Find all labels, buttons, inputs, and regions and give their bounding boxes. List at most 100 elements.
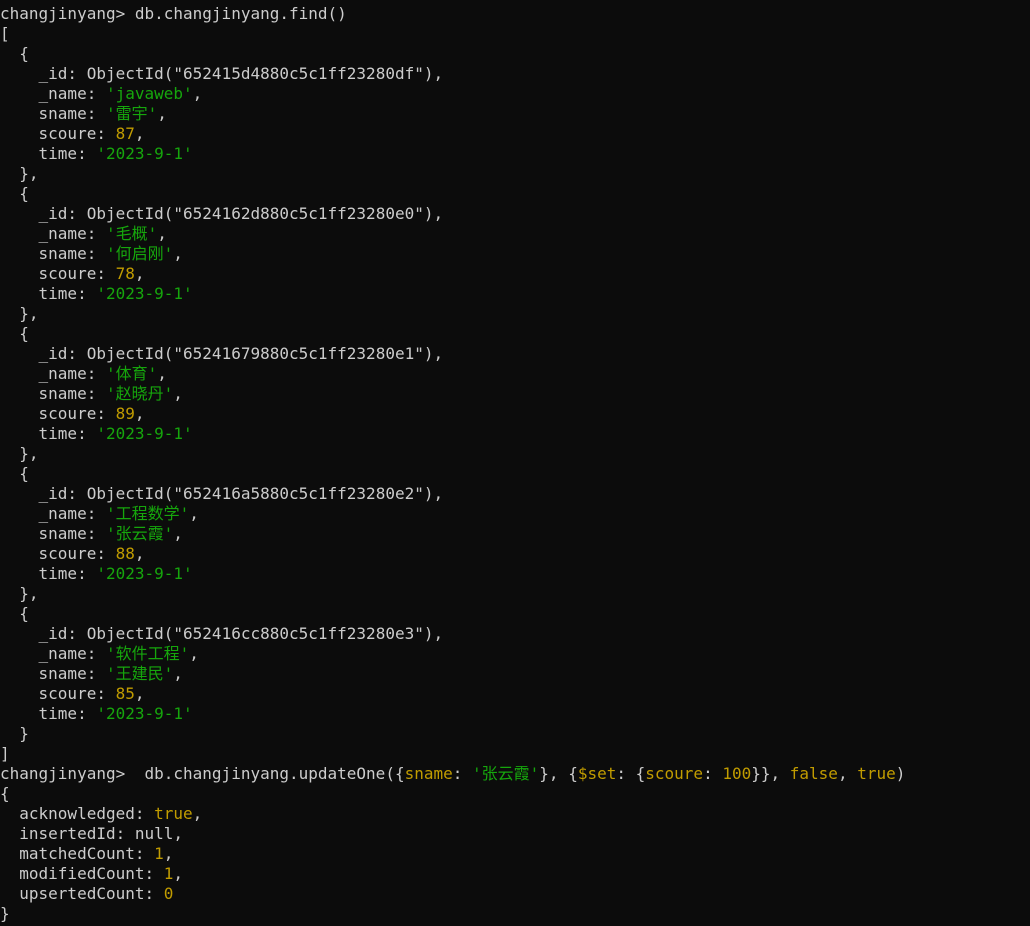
token-key: scoure: xyxy=(0,684,116,703)
output-line: [ xyxy=(0,24,1030,44)
token-punct: , xyxy=(173,384,183,403)
output-line: time: '2023-9-1' xyxy=(0,704,1030,724)
token-punct: , xyxy=(433,204,444,223)
token-num: 100 xyxy=(722,764,752,783)
token-key: upsertedCount: xyxy=(0,884,164,903)
token-punct: } xyxy=(0,724,29,743)
token-key: sname: xyxy=(0,524,106,543)
output-line: time: '2023-9-1' xyxy=(0,564,1030,584)
token-str: '体育' xyxy=(105,364,158,383)
token-key: time: xyxy=(0,564,97,583)
token-key: _name: xyxy=(0,644,106,663)
output-line: modifiedCount: 1, xyxy=(0,864,1030,884)
output-line: { xyxy=(0,44,1030,64)
token-plain: db.changjinyang.find() xyxy=(134,4,347,23)
token-key: time: xyxy=(0,424,97,443)
output-line: scoure: 89, xyxy=(0,404,1030,424)
token-punct: , xyxy=(173,244,183,263)
token-punct: { xyxy=(0,324,29,343)
output-line: time: '2023-9-1' xyxy=(0,284,1030,304)
token-punct: { xyxy=(0,604,29,623)
output-line: acknowledged: true, xyxy=(0,804,1030,824)
token-key: _id: xyxy=(0,204,87,223)
output-line: _name: '体育', xyxy=(0,364,1030,384)
terminal-window[interactable]: changjinyang> db.changjinyang.find()[ { … xyxy=(0,0,1030,926)
output-line: scoure: 85, xyxy=(0,684,1030,704)
token-punct: , xyxy=(134,264,145,283)
token-str: '2023-9-1' xyxy=(96,284,193,303)
token-key: sname: xyxy=(0,384,106,403)
token-plain: }, { xyxy=(539,764,578,783)
token-punct: , xyxy=(433,64,444,83)
output-line: sname: '何启刚', xyxy=(0,244,1030,264)
output-line: sname: '王建民', xyxy=(0,664,1030,684)
output-line: { xyxy=(0,604,1030,624)
token-key: sname: xyxy=(0,244,106,263)
token-key: scoure: xyxy=(0,544,116,563)
token-punct: } xyxy=(0,904,10,923)
token-punct: , xyxy=(192,804,203,823)
token-punct: { xyxy=(0,184,29,203)
token-num: 78 xyxy=(115,264,135,283)
output-line: scoure: 78, xyxy=(0,264,1030,284)
token-null: null xyxy=(134,824,174,843)
token-punct: , xyxy=(189,504,199,523)
token-str: '雷宇' xyxy=(105,104,158,123)
token-punct: , xyxy=(134,544,145,563)
token-punct: , xyxy=(134,124,145,143)
prompt-line: changjinyang> db.changjinyang.find() xyxy=(0,4,1030,24)
output-line: upsertedCount: 0 xyxy=(0,884,1030,904)
token-str: '王建民' xyxy=(105,664,174,683)
output-line: } xyxy=(0,724,1030,744)
token-punct: , xyxy=(189,644,199,663)
token-key: _name: xyxy=(0,224,106,243)
token-key: time: xyxy=(0,284,97,303)
output-line: _id: ObjectId("652415d4880c5c1ff23280df"… xyxy=(0,64,1030,84)
output-line: _name: '软件工程', xyxy=(0,644,1030,664)
token-punct: , xyxy=(157,364,167,383)
output-line: }, xyxy=(0,584,1030,604)
token-prompt: changjinyang> xyxy=(0,4,135,23)
output-line: }, xyxy=(0,444,1030,464)
output-line: { xyxy=(0,324,1030,344)
token-num: 88 xyxy=(115,544,135,563)
token-str: '2023-9-1' xyxy=(96,424,193,443)
token-str: '赵晓丹' xyxy=(105,384,174,403)
output-line: time: '2023-9-1' xyxy=(0,144,1030,164)
token-str: '软件工程' xyxy=(105,644,190,663)
token-str: '何启刚' xyxy=(105,244,174,263)
output-line: { xyxy=(0,184,1030,204)
output-line: { xyxy=(0,784,1030,804)
token-punct: [ xyxy=(0,24,10,43)
output-line: _name: '工程数学', xyxy=(0,504,1030,524)
token-func: ObjectId("652416cc880c5c1ff23280e3") xyxy=(86,624,434,643)
token-str: '2023-9-1' xyxy=(96,144,193,163)
output-line: _id: ObjectId("652416a5880c5c1ff23280e2"… xyxy=(0,484,1030,504)
token-punct: , xyxy=(433,344,444,363)
token-punct: , xyxy=(173,824,184,843)
token-punct: , xyxy=(134,404,145,423)
token-punct: , xyxy=(157,224,167,243)
output-line: _id: ObjectId("65241679880c5c1ff23280e1"… xyxy=(0,344,1030,364)
token-bool: true xyxy=(154,804,193,823)
token-punct: { xyxy=(0,464,29,483)
output-line: sname: '雷宇', xyxy=(0,104,1030,124)
token-punct: , xyxy=(433,484,444,503)
output-line: sname: '赵晓丹', xyxy=(0,384,1030,404)
token-key: _id: xyxy=(0,64,87,83)
token-num: 1 xyxy=(154,844,164,863)
token-key: time: xyxy=(0,704,97,723)
output-line: }, xyxy=(0,164,1030,184)
output-line: matchedCount: 1, xyxy=(0,844,1030,864)
token-key: time: xyxy=(0,144,97,163)
token-plain: , xyxy=(837,764,858,783)
token-num: 0 xyxy=(163,884,174,903)
output-line: insertedId: null, xyxy=(0,824,1030,844)
token-plain: : xyxy=(452,764,473,783)
token-str: 'javaweb' xyxy=(105,84,193,103)
token-key: insertedId: xyxy=(0,824,135,843)
token-bool: false xyxy=(789,764,838,783)
token-punct: , xyxy=(433,624,444,643)
token-num: 85 xyxy=(115,684,135,703)
token-punct: { xyxy=(0,784,10,803)
